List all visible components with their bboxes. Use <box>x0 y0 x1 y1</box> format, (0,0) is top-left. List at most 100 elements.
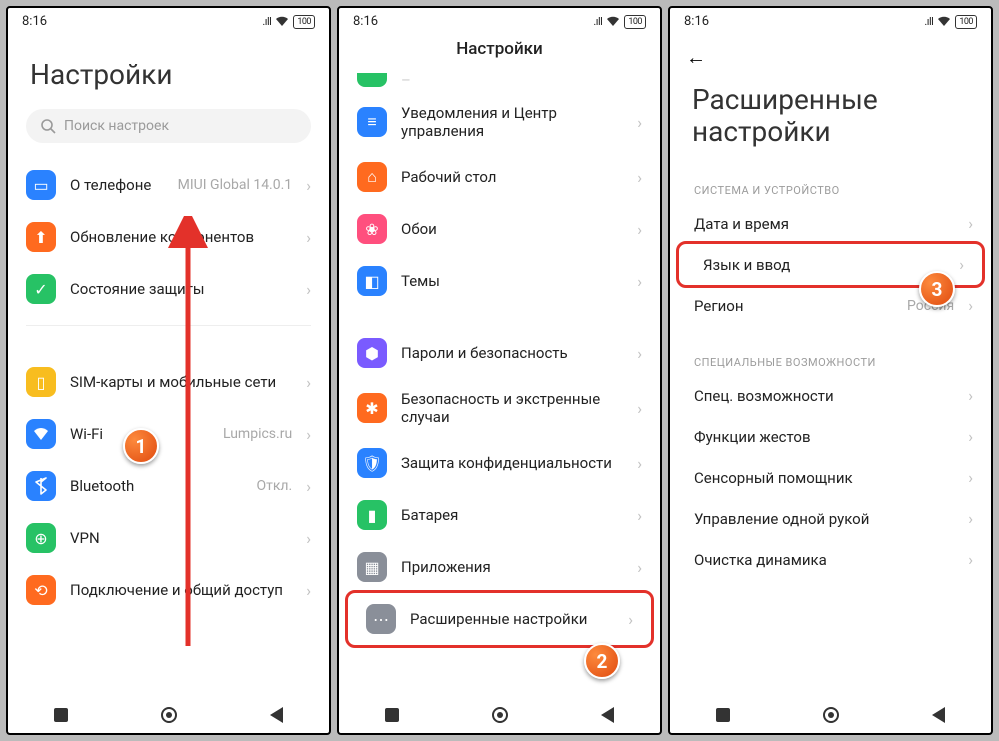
chevron-right-icon: › <box>968 214 973 233</box>
chevron-right-icon: › <box>306 373 311 392</box>
chevron-right-icon: › <box>637 506 642 525</box>
clock: 8:16 <box>22 14 47 29</box>
step-badge-1: 1 <box>123 428 159 464</box>
item-label: Язык и ввод <box>703 256 945 274</box>
chevron-right-icon: › <box>306 425 311 444</box>
home-button[interactable] <box>823 707 839 723</box>
status-bar: 8:16 .ıll 100 <box>670 8 991 31</box>
search-placeholder: Поиск настроек <box>64 118 169 134</box>
item-label: Рабочий стол <box>401 168 623 186</box>
clock: 8:16 <box>684 14 709 29</box>
lock-icon: ⬢ <box>357 338 387 368</box>
chevron-right-icon: › <box>306 176 311 195</box>
item-speaker-clean[interactable]: Очистка динамика › <box>670 539 991 580</box>
item-one-hand-mode[interactable]: Управление одной рукой › <box>670 498 991 539</box>
page-title: Расширенные настройки <box>670 70 991 166</box>
back-button[interactable] <box>932 707 945 723</box>
recents-button[interactable] <box>54 708 68 722</box>
chevron-right-icon: › <box>637 558 642 577</box>
item-accessibility[interactable]: Спец. возможности › <box>670 375 991 416</box>
chevron-right-icon: › <box>637 344 642 363</box>
status-bar: 8:16 .ıll 100 <box>8 8 329 31</box>
status-bar: 8:16 .ıll 100 <box>339 8 660 31</box>
item-advanced-settings[interactable]: ⋯ Расширенные настройки › <box>348 593 651 645</box>
chevron-right-icon: › <box>968 468 973 487</box>
battery-icon: 100 <box>624 15 646 29</box>
item-label: Дата и время <box>694 215 954 233</box>
settings-list: – ≡ Уведомления и Центр управления › ⌂ Р… <box>339 59 660 695</box>
item-cut-top[interactable]: – <box>339 67 660 93</box>
back-button[interactable] <box>601 707 614 723</box>
chevron-right-icon: › <box>637 113 642 132</box>
shield-icon: ✓ <box>26 274 56 304</box>
screen-1-settings: 8:16 .ıll 100 Настройки Поиск настроек ▭… <box>6 6 331 735</box>
item-label: Расширенные настройки <box>410 610 614 628</box>
navigation-bar <box>670 695 991 733</box>
about-phone-icon: ▭ <box>26 170 56 200</box>
back-arrow-icon[interactable]: ← <box>686 45 706 70</box>
item-label: Сенсорный помощник <box>694 469 954 487</box>
item-label: Регион <box>694 297 893 315</box>
wifi-icon <box>937 16 951 27</box>
section-system-device: СИСТЕМА И УСТРОЙСТВО <box>670 166 991 203</box>
item-value: Lumpics.ru <box>223 426 292 442</box>
tutorial-highlight-2: ⋯ Расширенные настройки › <box>345 590 654 648</box>
item-date-time[interactable]: Дата и время › <box>670 203 991 244</box>
item-label: Обои <box>401 220 623 238</box>
item-home-screen[interactable]: ⌂ Рабочий стол › <box>339 151 660 203</box>
item-passwords-security[interactable]: ⬢ Пароли и безопасность › <box>339 327 660 379</box>
chevron-right-icon: › <box>637 168 642 187</box>
chevron-right-icon: › <box>959 255 964 274</box>
wifi-settings-icon <box>26 419 56 449</box>
item-battery[interactable]: ▮ Батарея › <box>339 489 660 541</box>
item-value: Откл. <box>256 478 292 494</box>
page-title: Настройки <box>8 31 329 109</box>
item-wallpaper[interactable]: ❀ Обои › <box>339 203 660 255</box>
search-input[interactable]: Поиск настроек <box>26 109 311 143</box>
chevron-right-icon: › <box>968 509 973 528</box>
emergency-icon: ✱ <box>357 393 387 423</box>
chevron-right-icon: › <box>637 399 642 418</box>
section-accessibility: СПЕЦИАЛЬНЫЕ ВОЗМОЖНОСТИ <box>670 326 991 375</box>
item-notifications-control[interactable]: ≡ Уведомления и Центр управления › <box>339 93 660 151</box>
apps-icon: ▦ <box>357 552 387 582</box>
item-apps[interactable]: ▦ Приложения › <box>339 541 660 593</box>
chevron-right-icon: › <box>637 272 642 291</box>
chevron-right-icon: › <box>628 610 633 629</box>
share-icon: ⟲ <box>26 575 56 605</box>
item-themes[interactable]: ◧ Темы › <box>339 255 660 307</box>
chevron-right-icon: › <box>306 280 311 299</box>
item-privacy[interactable]: 🛡 Защита конфиденциальности › <box>339 437 660 489</box>
step-badge-3: 3 <box>919 271 955 307</box>
chevron-right-icon: › <box>968 386 973 405</box>
item-label: Защита конфиденциальности <box>401 454 623 472</box>
tutorial-arrow-up-icon <box>153 216 223 656</box>
recents-button[interactable] <box>385 708 399 722</box>
recents-button[interactable] <box>716 708 730 722</box>
privacy-icon: 🛡 <box>357 448 387 478</box>
header: ← <box>670 31 991 70</box>
chevron-right-icon: › <box>637 220 642 239</box>
item-about-phone[interactable]: ▭ О телефоне MIUI Global 14.0.1 › <box>8 159 329 211</box>
vpn-icon: ⊕ <box>26 523 56 553</box>
update-icon: ⬆ <box>26 222 56 252</box>
back-button[interactable] <box>270 707 283 723</box>
home-button[interactable] <box>492 707 508 723</box>
clock: 8:16 <box>353 14 378 29</box>
item-safety-emergency[interactable]: ✱ Безопасность и экстренные случаи › <box>339 379 660 437</box>
chevron-right-icon: › <box>306 529 311 548</box>
notification-icon: ≡ <box>357 107 387 137</box>
item-sensor-assistant[interactable]: Сенсорный помощник › <box>670 457 991 498</box>
navigation-bar <box>339 695 660 733</box>
screen-2-settings-scrolled: 8:16 .ıll 100 Настройки – ≡ Уведомления … <box>337 6 662 735</box>
chevron-right-icon: › <box>637 454 642 473</box>
item-label: Приложения <box>401 558 623 576</box>
partial-icon <box>357 73 387 87</box>
item-gesture-functions[interactable]: Функции жестов › <box>670 416 991 457</box>
home-button[interactable] <box>161 707 177 723</box>
wallpaper-icon: ❀ <box>357 214 387 244</box>
header: Настройки <box>339 31 660 59</box>
item-label: Пароли и безопасность <box>401 344 623 362</box>
chevron-right-icon: › <box>306 581 311 600</box>
item-label: Темы <box>401 272 623 290</box>
